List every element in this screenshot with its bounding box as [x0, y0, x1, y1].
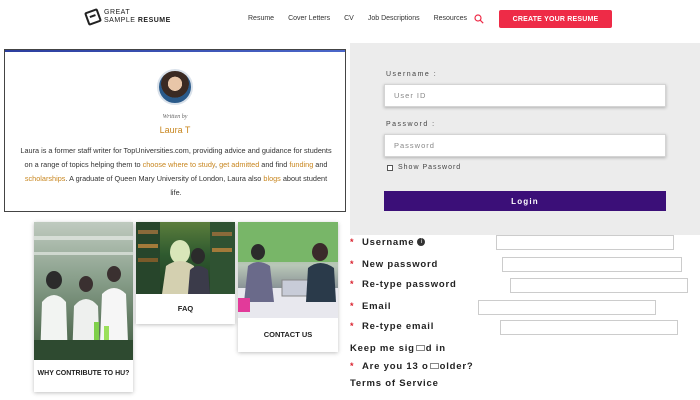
show-password-toggle[interactable]: Show Password — [387, 164, 461, 171]
age-checkbox[interactable] — [429, 362, 439, 369]
required-marker: * — [350, 321, 354, 331]
author-card: Written by Laura T Laura is a former sta… — [4, 49, 346, 212]
retype-email-row: * Re-type email — [350, 319, 434, 333]
terms-row: Terms of Service — [350, 376, 439, 390]
contact-us-caption: CONTACT US — [263, 330, 313, 339]
library-photo — [136, 222, 235, 294]
email-row: * Email — [350, 299, 391, 313]
lab-illustration — [34, 236, 133, 360]
search-icon[interactable] — [474, 14, 484, 24]
create-resume-button[interactable]: CREATE YOUR RESUME — [499, 10, 612, 28]
keep-signed-in-label-b: d in — [425, 342, 446, 354]
reg-email-label: Email — [362, 300, 392, 312]
reg-retype-password-label: Re-type password — [362, 278, 457, 290]
bio-text: and — [313, 160, 328, 169]
author-bio: Laura is a former staff writer for TopUn… — [19, 144, 333, 200]
logo-line2b: RESUME — [137, 17, 171, 24]
faq-tile[interactable]: FAQ — [136, 222, 235, 324]
logo-line1: GREAT — [104, 9, 131, 16]
user-id-placeholder: User ID — [394, 91, 427, 100]
registration-form: * Username i * New password * Re-type pa… — [350, 235, 700, 400]
bio-link[interactable]: scholarships — [25, 174, 66, 183]
bio-link[interactable]: funding — [289, 160, 313, 169]
reg-new-password-input[interactable] — [502, 257, 682, 272]
username-row: * Username i — [350, 235, 426, 249]
site-logo[interactable]: GREAT SAMPLE RESUME — [84, 8, 171, 26]
written-by-label: Written by — [162, 114, 188, 120]
info-icon[interactable]: i — [417, 238, 426, 246]
terms-of-service-link[interactable]: Terms of Service — [350, 378, 439, 389]
reg-retype-email-input[interactable] — [500, 320, 678, 335]
show-password-checkbox[interactable] — [387, 164, 393, 171]
keep-signed-in-checkbox[interactable] — [415, 344, 425, 351]
show-password-label: Show Password — [398, 164, 462, 171]
bio-link[interactable]: get admitted — [219, 160, 259, 169]
user-id-input[interactable]: User ID — [384, 84, 666, 107]
required-marker: * — [350, 301, 354, 311]
retype-password-row: * Re-type password — [350, 277, 457, 291]
nav-resume[interactable]: Resume — [248, 15, 274, 22]
required-marker: * — [350, 237, 354, 247]
author-name[interactable]: Laura T — [5, 125, 345, 135]
reg-email-input[interactable] — [478, 300, 656, 315]
nav-resources[interactable]: Resources — [434, 15, 467, 22]
age-question-row[interactable]: * Are you 13 o older? — [350, 359, 473, 373]
keep-signed-in-row[interactable]: Keep me sig d in — [350, 341, 446, 355]
logo-icon — [84, 8, 102, 26]
why-contribute-tile[interactable]: WHY CONTRIBUTE TO HU? — [34, 222, 133, 392]
faq-caption: FAQ — [177, 304, 194, 313]
required-marker: * — [350, 279, 354, 289]
nav-cv[interactable]: CV — [344, 15, 354, 22]
keep-signed-in-label-a: Keep me sig — [350, 342, 415, 354]
password-label: Password : — [386, 121, 436, 128]
new-password-row: * New password — [350, 257, 438, 271]
age-question-label-b: older? — [439, 360, 474, 372]
reg-new-password-label: New password — [362, 258, 439, 270]
reg-retype-email-label: Re-type email — [362, 320, 435, 332]
nav-job-descriptions[interactable]: Job Descriptions — [368, 15, 420, 22]
age-question-label-a: Are you 13 o — [362, 360, 429, 372]
required-marker: * — [350, 259, 354, 269]
reg-retype-password-input[interactable] — [510, 278, 688, 293]
main-nav: Resume Cover Letters CV Job Descriptions… — [248, 15, 467, 22]
password-placeholder: Password — [394, 141, 435, 150]
top-navigation: GREAT SAMPLE RESUME Resume Cover Letters… — [0, 0, 700, 44]
logo-line2a: SAMPLE — [104, 17, 138, 24]
login-button[interactable]: Login — [384, 191, 666, 211]
bio-text: . A graduate of Queen Mary University of… — [65, 174, 264, 183]
study-illustration — [238, 222, 338, 318]
bio-text: and find — [259, 160, 290, 169]
login-panel: Username : User ID Password : Password S… — [350, 43, 700, 235]
lab-photo — [34, 222, 133, 360]
bio-link[interactable]: choose where to study — [143, 160, 215, 169]
reg-username-input[interactable] — [496, 235, 674, 250]
contact-us-tile[interactable]: CONTACT US — [238, 222, 338, 352]
username-label: Username : — [386, 71, 438, 78]
study-photo — [238, 222, 338, 318]
reg-username-label: Username — [362, 236, 415, 248]
password-input[interactable]: Password — [384, 134, 666, 157]
author-avatar — [157, 69, 193, 105]
library-illustration — [136, 222, 235, 294]
bio-link[interactable]: blogs — [263, 174, 280, 183]
why-contribute-caption: WHY CONTRIBUTE TO HU? — [37, 370, 130, 377]
nav-cover-letters[interactable]: Cover Letters — [288, 15, 330, 22]
required-marker: * — [350, 361, 354, 371]
